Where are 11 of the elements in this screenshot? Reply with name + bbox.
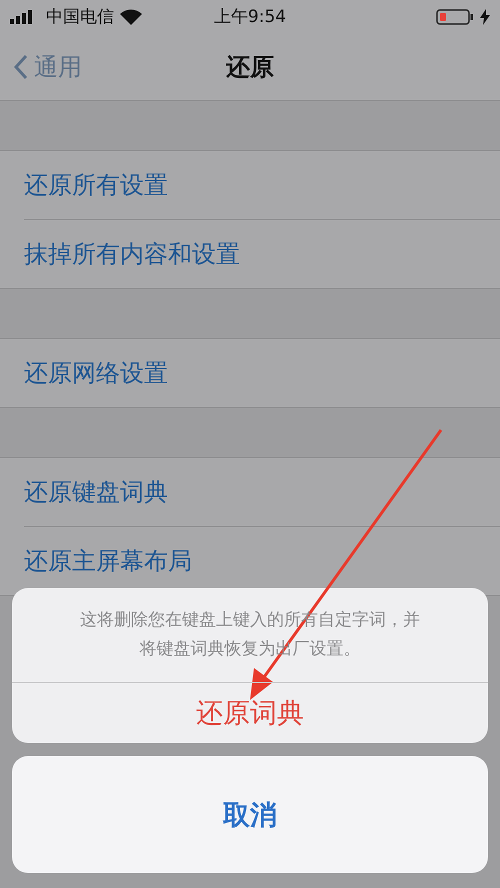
cancel-button[interactable]: 取消 — [12, 756, 488, 873]
settings-row[interactable]: 抹掉所有内容和设置 — [24, 220, 500, 288]
back-button[interactable]: 通用 — [0, 50, 82, 82]
settings-row[interactable]: 还原所有设置 — [24, 151, 500, 220]
nav-title: 还原 — [226, 52, 274, 82]
sheet-action[interactable]: 还原词典 — [12, 683, 488, 743]
status-time: 上午9:54 — [214, 6, 286, 28]
settings-row[interactable]: 还原键盘词典 — [24, 458, 500, 527]
back-chevron-icon — [14, 54, 28, 80]
wifi-icon — [120, 8, 142, 24]
carrier-name: 中国电信 — [46, 6, 114, 28]
